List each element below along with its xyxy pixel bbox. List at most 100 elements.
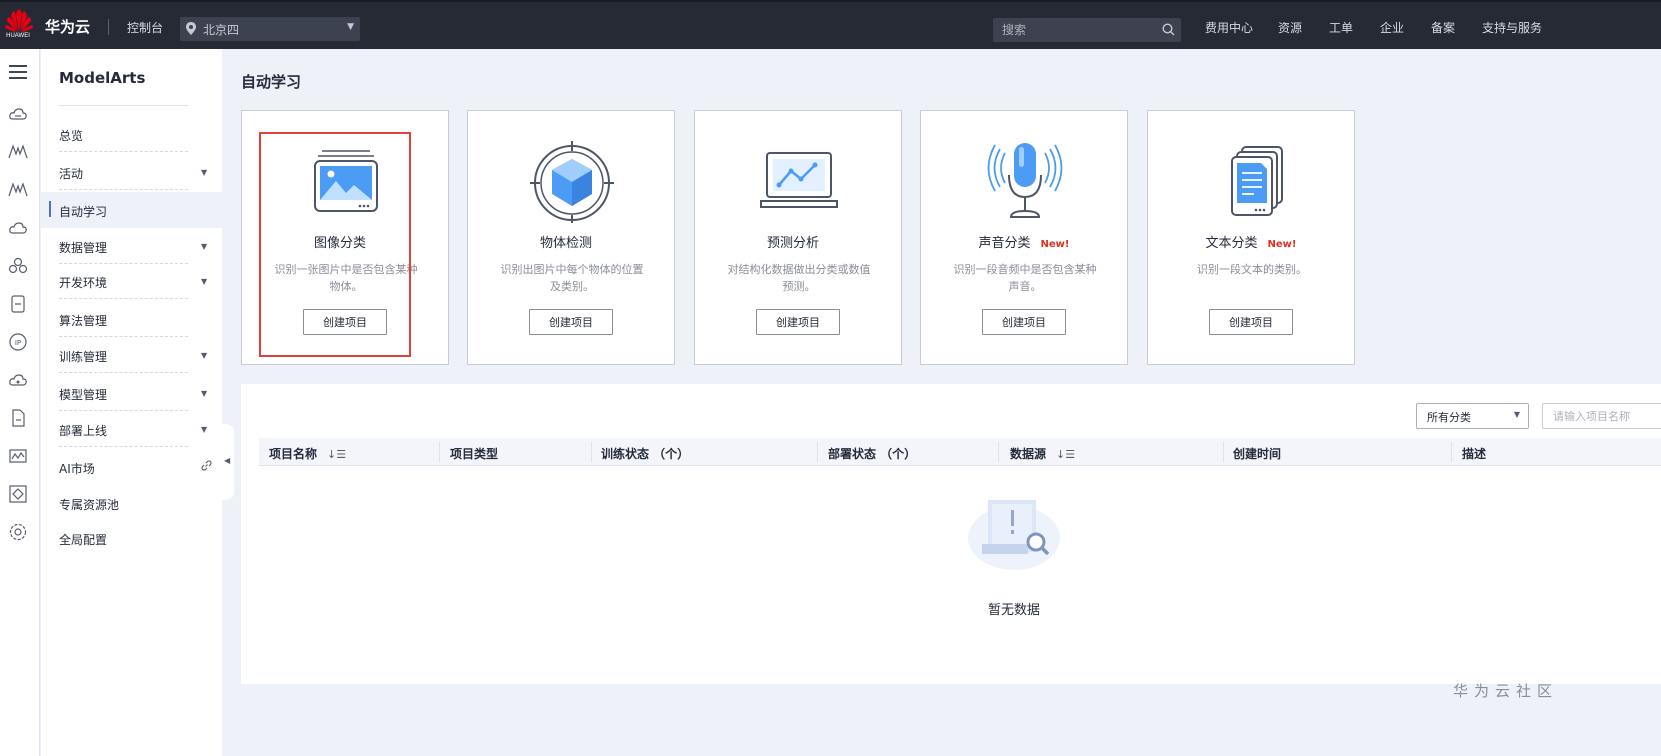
active-indicator [49, 201, 51, 217]
top-bar: HUAWEI 华为云 控制台 北京四 ▼ 费用中心 资源 工单 企业 备案 支持… [0, 0, 1661, 49]
col-project-name[interactable]: 项目名称 ↓☰ [269, 445, 346, 462]
sidebar-item-activities[interactable]: 活动 [59, 165, 83, 182]
card-text-classification[interactable]: 文本分类 New! 识别一段文本的类别。 创建项目 [1147, 110, 1355, 365]
divider [59, 410, 188, 411]
svg-text:IP: IP [15, 339, 21, 347]
chevron-down-icon[interactable]: ▼ [201, 425, 207, 434]
sidebar-item-data-management[interactable]: 数据管理 [59, 239, 107, 256]
modelarts-pro-icon[interactable] [8, 180, 28, 200]
divider [439, 442, 440, 462]
chevron-down-icon[interactable]: ▼ [201, 242, 207, 251]
new-badge: New! [1040, 239, 1070, 250]
card-title: 文本分类 New! [1205, 236, 1297, 251]
sidebar-item-model-management[interactable]: 模型管理 [59, 386, 107, 403]
project-search[interactable] [1542, 403, 1661, 429]
document-icon[interactable] [8, 408, 28, 428]
divider [59, 336, 188, 337]
col-project-type: 项目类型 [450, 447, 499, 461]
modelarts-icon[interactable] [8, 142, 28, 162]
monitor-icon[interactable] [8, 446, 28, 466]
sound-classification-icon [981, 141, 1069, 223]
sidebar-item-dev-environment[interactable]: 开发环境 [59, 274, 107, 291]
divider [59, 298, 188, 299]
security-icon[interactable] [8, 484, 28, 504]
search-input[interactable] [993, 18, 1153, 42]
chevron-down-icon: ▼ [347, 22, 354, 32]
col-created-time: 创建时间 [1233, 447, 1282, 461]
project-table-panel: 所有分类 ▼ 项目名称↓☰ 项目类型 训练状态 （个） 部署状态 （个） 数据源… [241, 384, 1661, 684]
create-project-button[interactable]: 创建项目 [756, 309, 840, 335]
page-title: 自动学习 [241, 73, 302, 91]
chevron-down-icon: ▼ [1513, 410, 1520, 419]
cloud-icon[interactable] [8, 218, 28, 238]
create-project-button[interactable]: 创建项目 [1209, 309, 1293, 335]
menu-icon[interactable] [8, 62, 28, 82]
cloud-storage-icon[interactable] [8, 370, 28, 390]
nav-enterprise[interactable]: 企业 [1380, 19, 1404, 36]
network-cluster-icon[interactable] [8, 256, 28, 276]
table-header: 项目名称 ↓☰ 项目类型 训练状态 （个） 部署状态 （个） 数据源 ↓☰ 创建时间… [259, 438, 1661, 466]
nav-support[interactable]: 支持与服务 [1482, 19, 1542, 36]
col-deploy-status: 部署状态 （个） [828, 447, 917, 461]
chevron-down-icon[interactable]: ▼ [201, 389, 207, 398]
nav-tickets[interactable]: 工单 [1329, 19, 1353, 36]
nav-resources[interactable]: 资源 [1278, 19, 1302, 36]
sidebar-item-dedicated-pool[interactable]: 专属资源池 [59, 496, 119, 513]
watermark: 华为云社区 [1453, 682, 1559, 700]
card-description: 识别一段文本的类别。 [1197, 263, 1307, 276]
create-project-button[interactable]: 创建项目 [982, 309, 1066, 335]
divider [1223, 442, 1224, 462]
location-pin-icon [186, 22, 196, 38]
divider [1451, 442, 1452, 462]
sidebar-item-deployment[interactable]: 部署上线 [59, 422, 107, 439]
sidebar-item-training-management[interactable]: 训练管理 [59, 348, 107, 365]
logo-text: HUAWEI [6, 33, 30, 39]
sidebar-item-global-config[interactable]: 全局配置 [59, 531, 107, 548]
card-title: 物体检测 [539, 236, 592, 251]
chevron-left-icon: ◀ [224, 456, 231, 465]
sort-icon: ↓☰ [327, 448, 347, 461]
card-description: 识别出图片中每个物体的位置及类别。 [500, 263, 644, 293]
empty-data-icon [968, 492, 1064, 572]
card-object-detection[interactable]: 物体检测 识别出图片中每个物体的位置及类别。 创建项目 [467, 110, 675, 365]
ip-icon[interactable]: IP [8, 332, 28, 352]
divider [59, 263, 188, 264]
divider [59, 446, 188, 447]
console-link[interactable]: 控制台 [127, 19, 163, 36]
link-icon[interactable] [201, 460, 212, 474]
divider [998, 442, 999, 462]
nav-icp[interactable]: 备案 [1431, 19, 1455, 36]
sidebar-item-overview[interactable]: 总览 [59, 127, 83, 144]
search-icon[interactable] [1162, 23, 1175, 39]
project-search-input[interactable] [1543, 404, 1661, 428]
chevron-down-icon[interactable]: ▼ [201, 351, 207, 360]
settings-gear-icon[interactable] [8, 522, 28, 542]
divider [59, 372, 188, 373]
sort-icon: ↓☰ [1056, 448, 1076, 461]
sidebar-item-algorithm-management[interactable]: 算法管理 [59, 312, 107, 329]
brand-name[interactable]: 华为云 [45, 16, 90, 37]
nav-billing[interactable]: 费用中心 [1205, 19, 1253, 36]
sidebar-item-ai-market[interactable]: AI市场 [59, 460, 95, 477]
region-value: 北京四 [203, 23, 240, 37]
create-project-button[interactable]: 创建项目 [529, 309, 613, 335]
service-title: ModelArts [59, 69, 146, 87]
col-training-status: 训练状态 （个） [601, 447, 690, 461]
global-search[interactable] [993, 18, 1181, 42]
cloud-server-icon[interactable] [8, 104, 28, 124]
chevron-down-icon[interactable]: ▼ [201, 277, 207, 286]
card-predictive-analytics[interactable]: 预测分析 对结构化数据做出分类或数值预测。 创建项目 [694, 110, 902, 365]
card-title: 声音分类 New! [978, 236, 1070, 251]
card-sound-classification[interactable]: 声音分类 New! 识别一段音频中是否包含某种声音。 创建项目 [920, 110, 1128, 365]
card-title: 预测分析 [766, 236, 819, 251]
card-description: 对结构化数据做出分类或数值预测。 [727, 263, 871, 293]
collapse-sidebar-button[interactable]: ◀ [222, 424, 234, 500]
sidebar-item-auto-learning[interactable]: 自动学习 [59, 203, 107, 220]
service-side-menu: ModelArts 总览 活动 ▼ 自动学习 数据管理 ▼ 开发环境 ▼ 算法管… [41, 49, 222, 756]
divider [591, 442, 592, 462]
database-icon[interactable] [8, 294, 28, 314]
category-filter-select[interactable]: 所有分类 ▼ [1416, 403, 1529, 429]
col-data-source[interactable]: 数据源 ↓☰ [1010, 445, 1075, 462]
chevron-down-icon[interactable]: ▼ [201, 168, 207, 177]
region-select[interactable]: 北京四 ▼ [180, 17, 360, 41]
